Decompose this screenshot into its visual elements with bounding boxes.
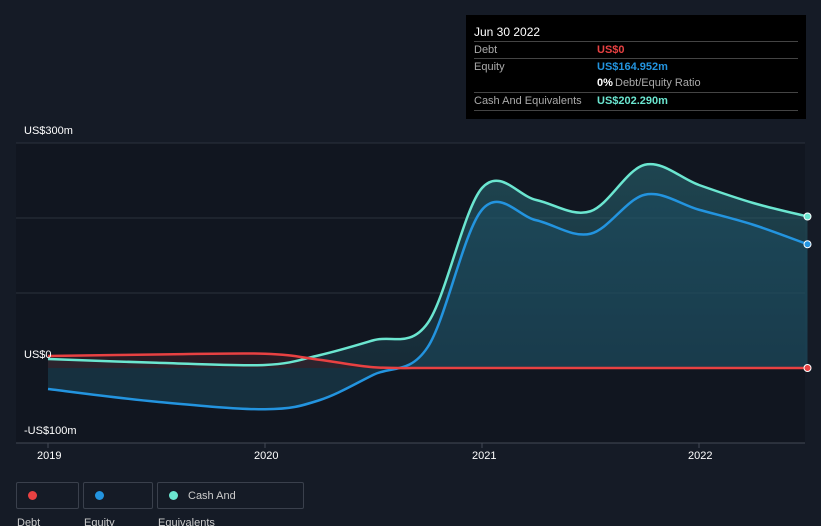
x-tick-label: 2019 bbox=[37, 450, 62, 462]
equity-dot-icon bbox=[95, 491, 104, 500]
x-tick-label: 2022 bbox=[688, 450, 713, 462]
end-point bbox=[803, 364, 812, 372]
cash-value: US$202.290m bbox=[597, 95, 668, 107]
legend-label: Equity bbox=[84, 517, 115, 526]
tooltip: Jun 30 2022 Debt US$0 Equity US$164.952m 0… bbox=[466, 15, 806, 119]
debt-dot-icon bbox=[28, 491, 37, 500]
tooltip-date: Jun 30 2022 bbox=[474, 25, 541, 39]
ratio-value: 0% bbox=[597, 77, 613, 89]
end-point bbox=[803, 240, 812, 249]
cash-label: Cash And Equivalents bbox=[474, 95, 582, 107]
cash-dot-icon bbox=[169, 491, 178, 500]
end-point bbox=[803, 212, 812, 221]
equity-label: Equity bbox=[474, 61, 505, 73]
legend-label: Debt bbox=[17, 517, 41, 526]
y-tick-label: US$300m bbox=[24, 125, 73, 137]
debt-label: Debt bbox=[474, 44, 498, 56]
legend-equity[interactable]: Equity bbox=[83, 482, 153, 526]
y-tick-label: -US$100m bbox=[24, 425, 77, 437]
x-tick-label: 2021 bbox=[472, 450, 497, 462]
debt-value: US$0 bbox=[597, 44, 625, 56]
equity-value: US$164.952m bbox=[597, 61, 668, 73]
legend-debt[interactable]: Debt bbox=[16, 482, 79, 526]
y-tick-label: US$0 bbox=[24, 349, 52, 361]
legend-cash[interactable]: Cash And Equivalents bbox=[157, 482, 304, 526]
x-tick-label: 2020 bbox=[254, 450, 279, 462]
chart-root: US$300m US$0 -US$100m 2019 2020 2021 202… bbox=[0, 0, 821, 526]
ratio-label: Debt/Equity Ratio bbox=[615, 77, 701, 89]
